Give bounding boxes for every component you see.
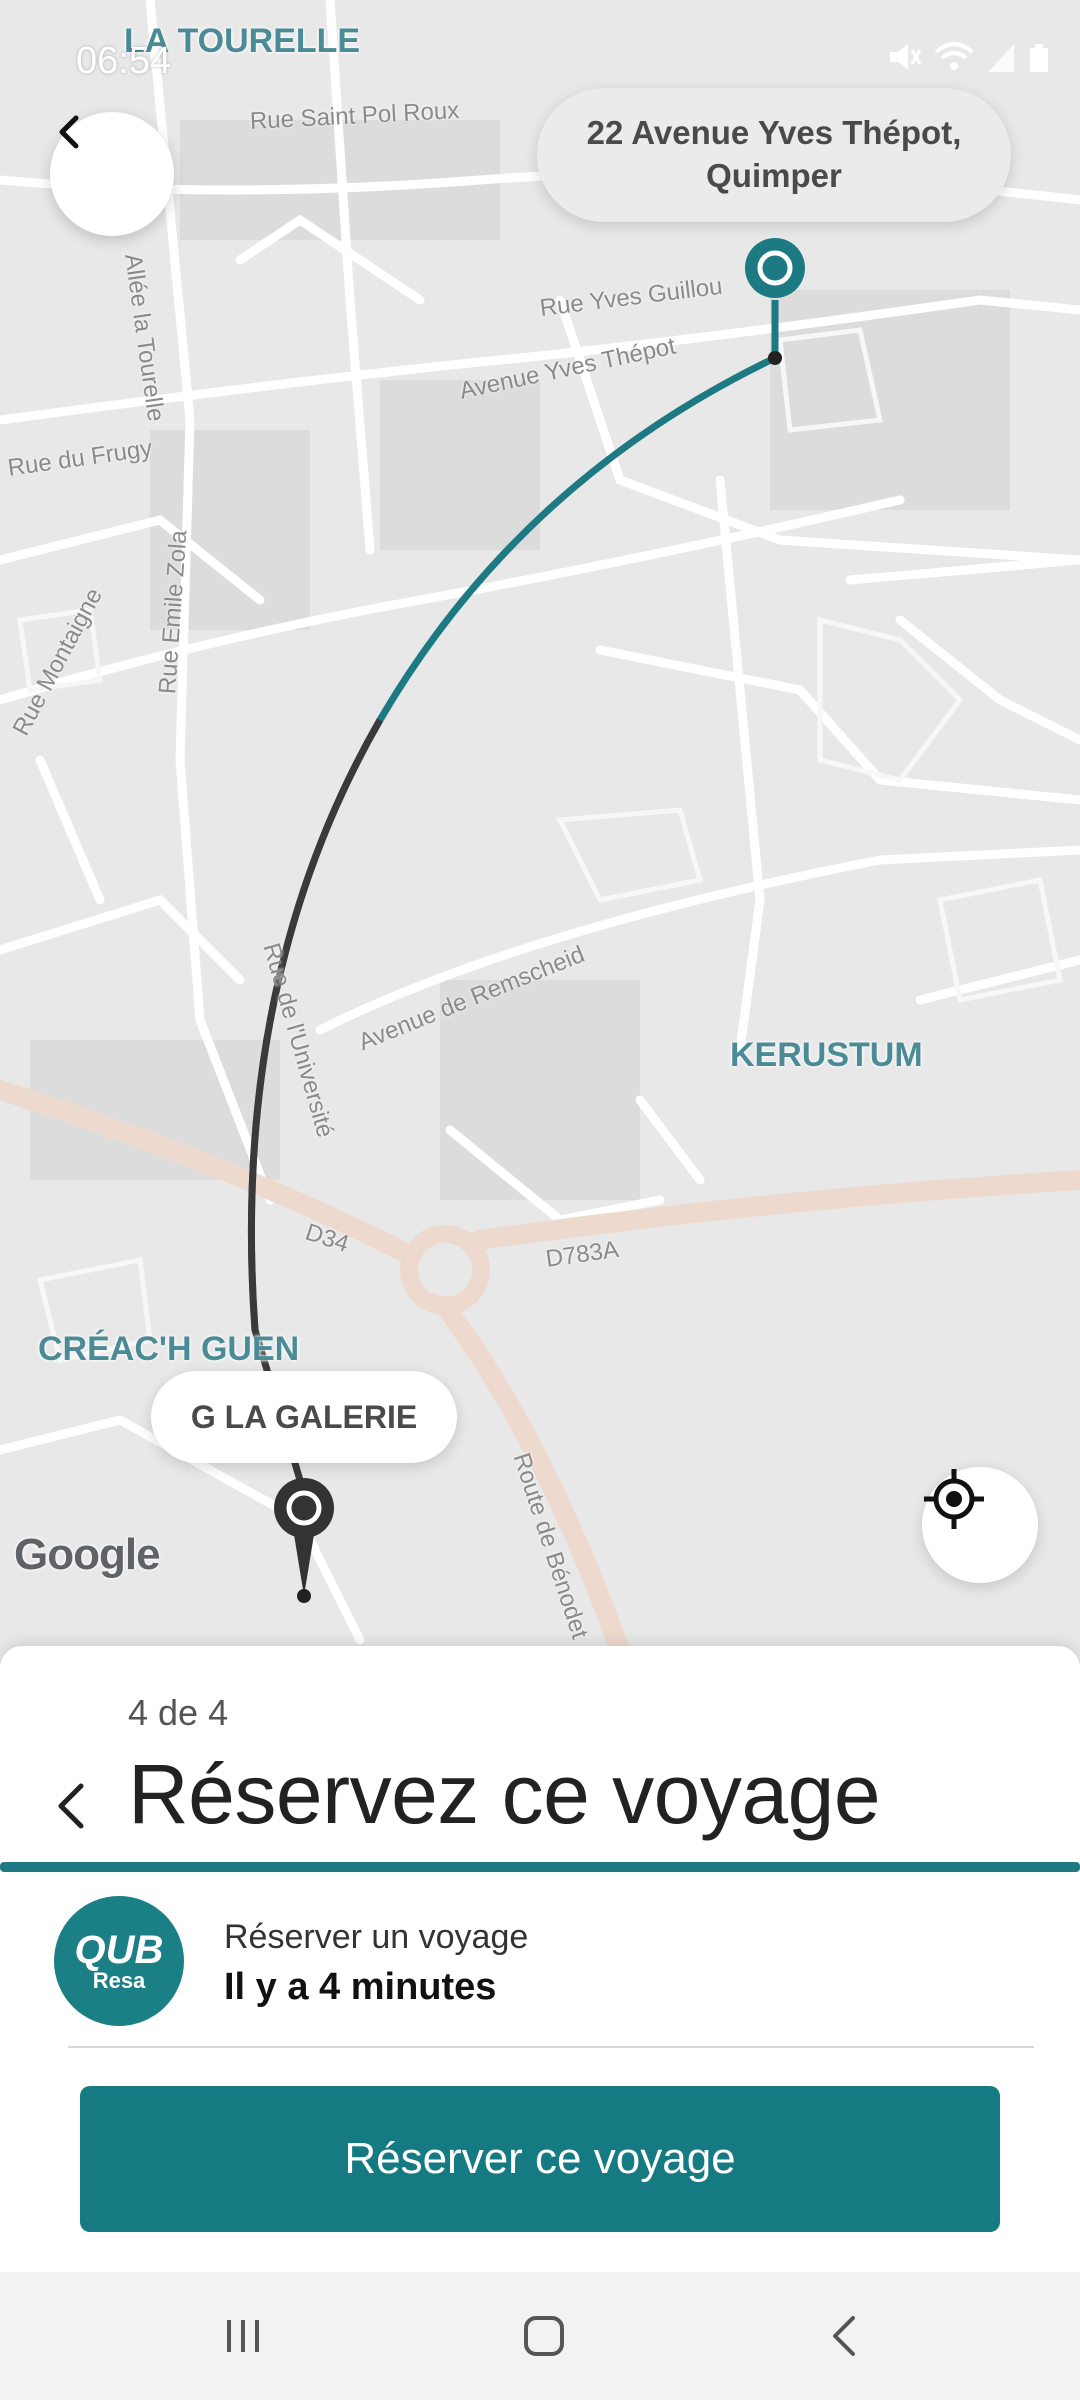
status-bar: 06:54: [0, 0, 1080, 120]
qub-resa-logo: QUB Resa: [54, 1896, 184, 2026]
locate-me-button[interactable]: [922, 1467, 1038, 1583]
status-icons: [886, 40, 1050, 74]
origin-label[interactable]: G LA GALERIE: [151, 1371, 457, 1463]
nav-recents-button[interactable]: [198, 2296, 288, 2376]
mute-icon: [890, 44, 922, 70]
back-icon: [833, 2316, 855, 2356]
status-time: 06:54: [76, 40, 172, 82]
recents-icon: [227, 2320, 259, 2352]
map-view[interactable]: LA TOURELLE KERUSTUM CRÉAC'H GUEN Rue Sa…: [0, 0, 1080, 1650]
battery-icon: [1030, 44, 1048, 72]
step-indicator: 4 de 4: [128, 1692, 229, 1733]
signal-icon: [988, 44, 1014, 72]
map-back-button[interactable]: [50, 112, 174, 236]
nav-back-button[interactable]: [800, 2296, 890, 2376]
sheet-back-button[interactable]: [40, 1766, 100, 1846]
book-trip-button[interactable]: Réserver ce voyage: [80, 2086, 1000, 2232]
map-label-creach-guen: CRÉAC'H GUEN: [38, 1330, 300, 1368]
event-label: Réserver un voyage: [224, 1918, 529, 1956]
chevron-left-icon: [58, 1783, 84, 1829]
system-nav-bar: [0, 2272, 1080, 2400]
google-attribution: Google: [14, 1530, 161, 1579]
logo-sub-text: Resa: [92, 1968, 146, 1993]
event-time: Il y a 4 minutes: [224, 1966, 497, 2008]
map-label-kerustum: KERUSTUM: [730, 1036, 923, 1074]
logo-main-text: QUB: [74, 1928, 164, 1972]
wifi-icon: [934, 42, 974, 70]
progress-bar: [0, 1862, 1080, 1872]
crosshair-icon: [924, 1469, 984, 1529]
home-icon: [524, 2316, 564, 2356]
divider: [68, 2046, 1034, 2048]
nav-home-button[interactable]: [499, 2296, 589, 2376]
page-title: Réservez ce voyage: [128, 1747, 881, 1841]
booking-sheet: 4 de 4 Réservez ce voyage QUB Resa Réser…: [0, 1646, 1080, 2272]
